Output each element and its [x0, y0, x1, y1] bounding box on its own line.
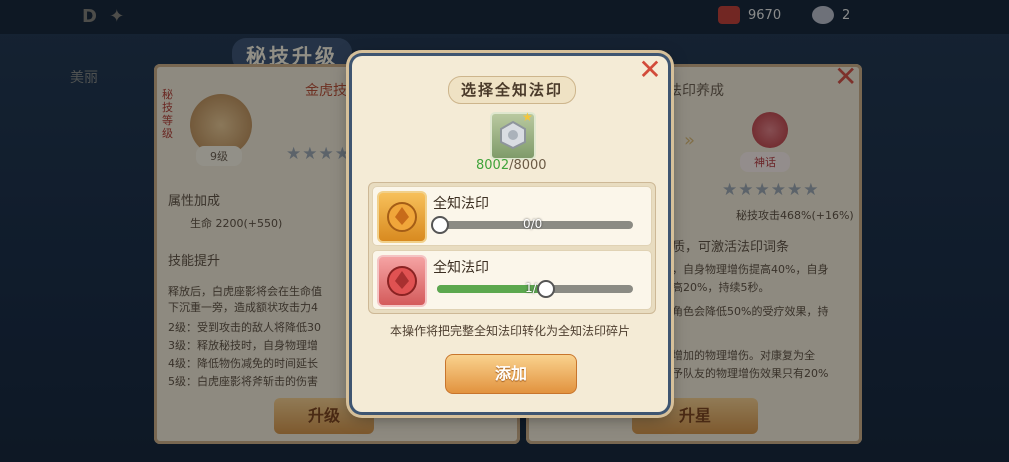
- convert-note: 本操作将把完整全知法印转化为全知法印碎片: [389, 324, 630, 338]
- slider-knob[interactable]: [537, 280, 555, 298]
- add-button[interactable]: 添加: [445, 354, 577, 394]
- slider-knob[interactable]: [431, 216, 449, 234]
- red-seal-icon: [377, 255, 427, 307]
- gold-seal-icon: [377, 191, 427, 243]
- item-count: 8002/8000: [476, 158, 547, 173]
- list-item[interactable]: 全知法印 1/: [372, 250, 652, 310]
- close-icon[interactable]: ✕: [636, 56, 664, 84]
- row-name: 全知法印: [433, 196, 489, 212]
- row-name: 全知法印: [433, 260, 489, 276]
- list-item[interactable]: 全知法印 0/0: [372, 186, 652, 246]
- item-star-icon: ★: [522, 110, 533, 124]
- item-count-owned: 8002: [476, 158, 510, 173]
- quantity-slider[interactable]: 1/: [437, 280, 633, 298]
- slider-value: 0/0: [523, 217, 543, 231]
- dialog-title: 选择全知法印: [448, 76, 576, 104]
- item-count-required: /8000: [509, 158, 547, 173]
- quantity-slider[interactable]: 0/0: [431, 216, 633, 234]
- slider-value: 1/: [525, 281, 537, 295]
